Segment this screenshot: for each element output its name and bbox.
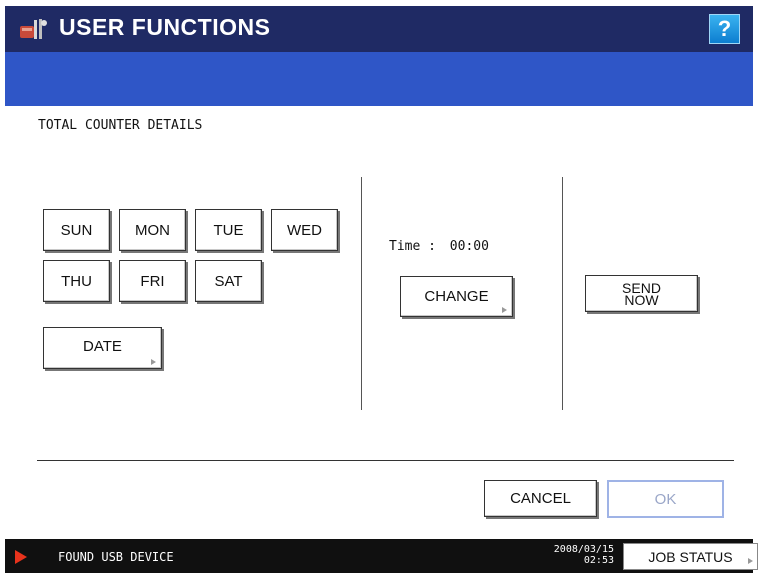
day-button-tue[interactable]: TUE (195, 209, 262, 251)
alert-arrow-icon (15, 550, 27, 564)
sub-header-bar (5, 52, 753, 106)
status-message: FOUND USB DEVICE (58, 550, 174, 564)
job-status-label: JOB STATUS (648, 548, 733, 565)
change-button-label: CHANGE (424, 288, 489, 305)
time-label: Time : (389, 239, 436, 254)
ok-button[interactable]: OK (607, 480, 724, 518)
day-button-sun[interactable]: SUN (43, 209, 110, 251)
screen-heading: TOTAL COUNTER DETAILS (38, 118, 203, 133)
arrow-right-icon (151, 359, 156, 365)
help-button[interactable]: ? (709, 14, 740, 44)
time-value: 00:00 (449, 239, 489, 254)
day-button-thu[interactable]: THU (43, 260, 110, 302)
status-datetime: 2008/03/15 02:53 (536, 544, 614, 566)
date-button[interactable]: DATE (43, 327, 162, 369)
day-button-sat[interactable]: SAT (195, 260, 262, 302)
status-bar: FOUND USB DEVICE 2008/03/15 02:53 JOB ST… (5, 539, 758, 573)
arrow-right-icon (748, 558, 753, 564)
column-divider-right (562, 177, 563, 410)
status-date: 2008/03/15 (553, 544, 614, 555)
title-bar: USER FUNCTIONS ? (5, 6, 753, 52)
user-functions-icon (20, 19, 47, 39)
footer-divider (37, 460, 734, 461)
send-now-button[interactable]: SEND NOW (585, 275, 698, 312)
day-button-fri[interactable]: FRI (119, 260, 186, 302)
column-divider-left (361, 177, 362, 410)
date-button-label: DATE (83, 337, 122, 355)
day-button-wed[interactable]: WED (271, 209, 338, 251)
time-display: Time : 00:00 (389, 239, 489, 254)
send-now-line2: NOW (624, 291, 659, 308)
cancel-button[interactable]: CANCEL (484, 480, 597, 517)
job-status-button[interactable]: JOB STATUS (623, 543, 758, 570)
arrow-right-icon (502, 307, 507, 313)
change-button[interactable]: CHANGE (400, 276, 513, 317)
page-title: USER FUNCTIONS (59, 14, 271, 40)
status-time: 02:53 (583, 555, 614, 566)
day-button-mon[interactable]: MON (119, 209, 186, 251)
